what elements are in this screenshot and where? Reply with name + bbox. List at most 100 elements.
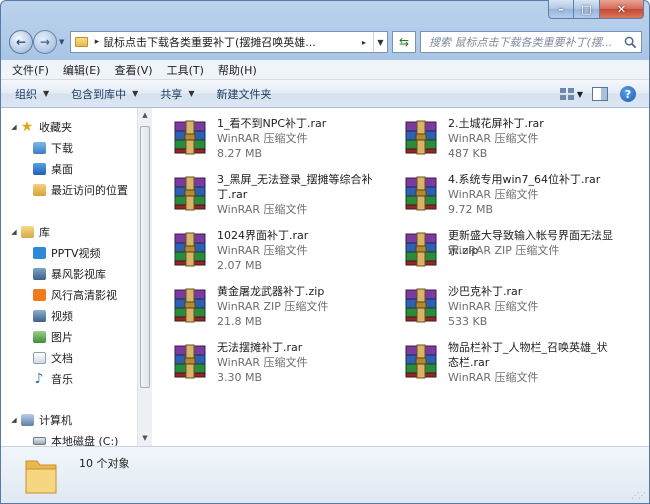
- nav-item-pictures[interactable]: 图片: [31, 328, 73, 346]
- share-button[interactable]: 共享 ▼: [160, 86, 194, 102]
- change-view-button[interactable]: [557, 84, 579, 104]
- collapse-icon[interactable]: ◢: [9, 228, 19, 236]
- menu-bar: 文件(F) 编辑(E) 查看(V) 工具(T) 帮助(H): [1, 60, 649, 80]
- file-name: 1_看不到NPC补丁.rar: [217, 117, 327, 130]
- nav-item-recent[interactable]: 最近访问的位置: [31, 181, 128, 199]
- nav-item-desktop[interactable]: 桌面: [31, 160, 73, 178]
- nav-item-pptv[interactable]: PPTV视频: [31, 244, 101, 262]
- file-name: 4.系统专用win7_64位补丁.rar: [448, 173, 601, 186]
- file-item[interactable]: 2.土城花屏补丁.rar WinRAR 压缩文件 487 KB: [383, 114, 613, 168]
- file-type: WinRAR 压缩文件: [448, 371, 539, 384]
- winrar-archive-icon: [405, 176, 437, 211]
- scroll-thumb[interactable]: [140, 126, 150, 388]
- close-button[interactable]: ✕: [600, 0, 644, 19]
- file-size: 21.8 MB: [217, 315, 263, 328]
- forward-button[interactable]: →: [33, 30, 57, 54]
- star-icon: ★: [20, 119, 34, 135]
- recent-pages-dropdown[interactable]: ▼: [59, 38, 64, 46]
- preview-pane-icon: [592, 87, 608, 101]
- dropdown-icon: ▼: [188, 89, 195, 98]
- address-dropdown-icon[interactable]: ▼: [373, 32, 387, 52]
- nav-item-funshion[interactable]: 风行高清影视: [31, 286, 117, 304]
- command-bar: 组织 ▼ 包含到库中 ▼ 共享 ▼ 新建文件夹 ▼ ?: [1, 80, 649, 108]
- new-folder-label: 新建文件夹: [216, 87, 272, 101]
- command-bar-right: ▼ ?: [551, 84, 639, 104]
- menu-view[interactable]: 查看(V): [107, 62, 159, 78]
- winrar-archive-icon: [405, 288, 437, 323]
- collapse-icon[interactable]: ◢: [9, 123, 19, 131]
- nav-libraries[interactable]: ◢ 库: [9, 223, 50, 241]
- file-type: WinRAR 压缩文件: [448, 300, 539, 313]
- nav-item-label: 文档: [51, 352, 73, 365]
- menu-file[interactable]: 文件(F): [5, 62, 56, 78]
- menu-help[interactable]: 帮助(H): [211, 62, 264, 78]
- new-folder-button[interactable]: 新建文件夹: [216, 86, 271, 102]
- nav-item-music[interactable]: ♪ 音乐: [31, 370, 73, 388]
- back-arrow-icon: ←: [15, 35, 27, 49]
- resize-grip[interactable]: ⋰⋰: [631, 491, 646, 500]
- collapse-icon[interactable]: ◢: [9, 416, 19, 424]
- nav-item-downloads[interactable]: 下载: [31, 139, 73, 157]
- menu-edit[interactable]: 编辑(E): [56, 62, 108, 78]
- scroll-down-icon[interactable]: ▼: [138, 431, 152, 446]
- file-type: WinRAR 压缩文件: [217, 132, 308, 145]
- minimize-button[interactable]: –: [548, 0, 574, 19]
- search-box[interactable]: 搜索 鼠标点击下载各类重要补丁(摆...: [420, 31, 642, 53]
- details-pane: 10 个对象 ⋰⋰: [1, 446, 649, 503]
- nav-item-label: 下载: [51, 142, 73, 155]
- file-item[interactable]: 物品栏补丁_人物栏_召唤英雄_状态栏.rar WinRAR 压缩文件: [383, 338, 613, 392]
- file-name: 无法摆摊补丁.rar: [217, 341, 303, 354]
- library-icon: [19, 224, 35, 240]
- search-input[interactable]: 搜索 鼠标点击下载各类重要补丁(摆...: [429, 34, 619, 50]
- file-item[interactable]: 1024界面补丁.rar WinRAR 压缩文件 2.07 MB: [152, 226, 382, 280]
- nav-item-videos[interactable]: 视频: [31, 307, 73, 325]
- nav-favorites[interactable]: ◢ ★ 收藏夹: [9, 118, 72, 136]
- address-bar[interactable]: ▸ 鼠标点击下载各类重要补丁(摆摊召唤英雄... ▸ ▼: [70, 31, 388, 53]
- nav-item-label: 风行高清影视: [51, 289, 117, 302]
- breadcrumb-chevron-icon[interactable]: ▸: [355, 38, 373, 47]
- nav-item-label: 音乐: [51, 373, 73, 386]
- chevron-right-icon[interactable]: ▸: [91, 37, 103, 47]
- search-icon[interactable]: [619, 32, 641, 52]
- desktop-icon: [31, 161, 47, 177]
- winrar-archive-icon: [405, 232, 437, 267]
- maximize-button[interactable]: □: [574, 0, 600, 19]
- file-item[interactable]: 更新盛大导致输入帐号界面无法显示.zip WinRAR ZIP 压缩文件: [383, 226, 613, 280]
- nav-item-label: 视频: [51, 310, 73, 323]
- nav-item-label: 最近访问的位置: [51, 184, 128, 197]
- computer-icon: [19, 412, 35, 428]
- file-item[interactable]: 3_黑屏_无法登录_摆摊等综合补丁.rar WinRAR 压缩文件: [152, 170, 382, 224]
- include-library-button[interactable]: 包含到库中 ▼: [71, 86, 138, 102]
- help-button[interactable]: ?: [617, 84, 639, 104]
- folder-icon: [25, 460, 57, 494]
- caption-buttons: – □ ✕: [548, 0, 644, 19]
- preview-pane-button[interactable]: [589, 84, 611, 104]
- back-button[interactable]: ←: [9, 30, 33, 54]
- file-item[interactable]: 4.系统专用win7_64位补丁.rar WinRAR 压缩文件 9.72 MB: [383, 170, 613, 224]
- scroll-up-icon[interactable]: ▲: [138, 108, 152, 123]
- nav-item-label: 暴风影视库: [51, 268, 106, 281]
- file-item[interactable]: 无法摆摊补丁.rar WinRAR 压缩文件 3.30 MB: [152, 338, 382, 392]
- music-icon: ♪: [34, 371, 44, 387]
- nav-item-local-disk[interactable]: 本地磁盘 (C:): [31, 432, 118, 446]
- file-type: WinRAR 压缩文件: [448, 188, 539, 201]
- nav-item-baofeng[interactable]: 暴风影视库: [31, 265, 106, 283]
- nav-scrollbar[interactable]: ▲ ▼: [137, 108, 152, 446]
- view-dropdown-icon[interactable]: ▼: [577, 90, 583, 99]
- file-item[interactable]: 沙巴克补丁.rar WinRAR 压缩文件 533 KB: [383, 282, 613, 336]
- nav-libraries-label: 库: [39, 226, 50, 239]
- nav-item-label: 本地磁盘 (C:): [51, 435, 119, 446]
- file-type: WinRAR ZIP 压缩文件: [448, 244, 560, 257]
- nav-computer[interactable]: ◢ 计算机: [9, 411, 72, 429]
- folder-icon: [71, 33, 91, 51]
- drive-icon: [31, 433, 47, 446]
- refresh-button[interactable]: ⇆: [392, 31, 416, 53]
- nav-item-documents[interactable]: 文档: [31, 349, 73, 367]
- file-item[interactable]: 1_看不到NPC补丁.rar WinRAR 压缩文件 8.27 MB: [152, 114, 382, 168]
- winrar-archive-icon: [405, 344, 437, 379]
- file-item[interactable]: 黄金屠龙武器补丁.zip WinRAR ZIP 压缩文件 21.8 MB: [152, 282, 382, 336]
- address-path[interactable]: 鼠标点击下载各类重要补丁(摆摊召唤英雄...: [103, 34, 355, 50]
- organize-button[interactable]: 组织 ▼: [15, 86, 49, 102]
- file-name: 沙巴克补丁.rar: [448, 285, 523, 298]
- menu-tools[interactable]: 工具(T): [160, 62, 211, 78]
